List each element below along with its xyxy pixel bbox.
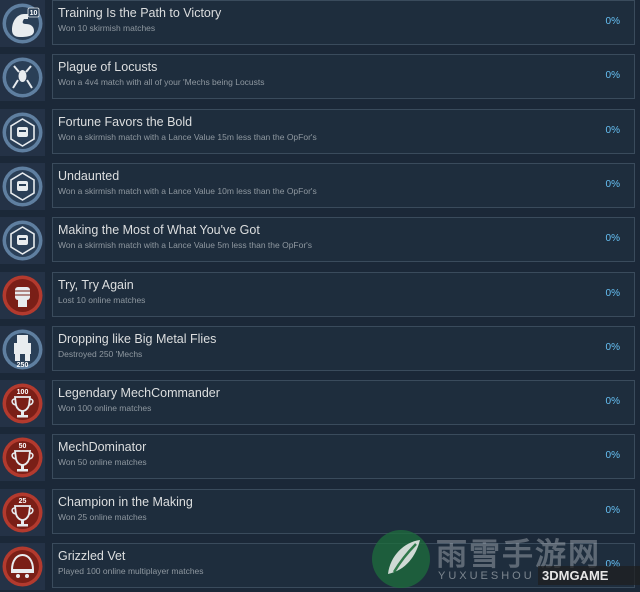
achievement-description: Lost 10 online matches bbox=[58, 295, 146, 305]
achievement-card: Dropping like Big Metal Flies Destroyed 2… bbox=[52, 326, 635, 371]
achievement-title: Training Is the Path to Victory bbox=[58, 6, 222, 20]
achievement-unlock-percent: 0% bbox=[605, 233, 620, 244]
achievement-row: 100 Legendary MechCommander Won 100 online… bbox=[0, 380, 640, 427]
achievement-description: Won 10 skirmish matches bbox=[58, 23, 156, 33]
achievement-title: Champion in the Making bbox=[58, 495, 193, 509]
achievement-title: Fortune Favors the Bold bbox=[58, 115, 193, 129]
achievement-row: Try, Try Again Lost 10 online matches 0% bbox=[0, 272, 640, 319]
achievement-card: MechDominator Won 50 online matches 0% bbox=[52, 434, 635, 479]
achievement-description: Won 25 online matches bbox=[58, 512, 147, 522]
mech-250-icon: 250 bbox=[0, 326, 45, 373]
watermark-leaf-logo-icon bbox=[372, 530, 430, 588]
achievement-description: Won a skirmish match with a Lance Value … bbox=[58, 240, 313, 250]
achievement-row: 10 Training Is the Path to Victory Won 10 … bbox=[0, 0, 640, 47]
icon-badge-number: 250 bbox=[17, 362, 29, 369]
achievement-unlock-percent: 0% bbox=[605, 505, 620, 516]
mech-head-badge-icon bbox=[0, 217, 45, 264]
mech-head-badge-icon bbox=[0, 163, 45, 210]
achievement-card: Making the Most of What You've Got Won a … bbox=[52, 217, 635, 262]
achievement-description: Played 100 online multiplayer matches bbox=[58, 566, 204, 576]
icon-badge-number: 10 bbox=[30, 10, 38, 17]
mech-head-badge-icon bbox=[0, 109, 45, 156]
trophy-50-icon: 50 bbox=[0, 434, 45, 481]
flexed-arm-10-icon: 10 bbox=[0, 0, 45, 47]
watermark-3dm-badge: 3DMGAME bbox=[538, 566, 640, 585]
locust-mech-icon bbox=[0, 54, 45, 101]
achievement-unlock-percent: 0% bbox=[605, 179, 620, 190]
achievement-description: Destroyed 250 'Mechs bbox=[58, 349, 143, 359]
achievement-title: Try, Try Again bbox=[58, 278, 134, 292]
achievement-description: Won a skirmish match with a Lance Value … bbox=[58, 186, 317, 196]
trophy-100-icon: 100 bbox=[0, 380, 45, 427]
trophy-25-icon: 25 bbox=[0, 489, 45, 536]
achievement-description: Won a 4v4 match with all of your 'Mechs … bbox=[58, 77, 265, 87]
icon-badge-number: 25 bbox=[19, 498, 27, 505]
achievement-unlock-percent: 0% bbox=[605, 450, 620, 461]
achievement-card: Training Is the Path to Victory Won 10 sk… bbox=[52, 0, 635, 45]
achievement-card: Undaunted Won a skirmish match with a Lan… bbox=[52, 163, 635, 208]
achievement-card: Plague of Locusts Won a 4v4 match with al… bbox=[52, 54, 635, 99]
achievement-row: Making the Most of What You've Got Won a … bbox=[0, 217, 640, 264]
achievement-list: 10 Training Is the Path to Victory Won 10 … bbox=[0, 0, 640, 592]
achievement-unlock-percent: 0% bbox=[605, 16, 620, 27]
achievement-title: Undaunted bbox=[58, 169, 120, 183]
achievement-card: Legendary MechCommander Won 100 online ma… bbox=[52, 380, 635, 425]
achievement-card: Try, Try Again Lost 10 online matches 0% bbox=[52, 272, 635, 317]
achievement-unlock-percent: 0% bbox=[605, 288, 620, 299]
achievement-title: Legendary MechCommander bbox=[58, 386, 220, 400]
fist-icon bbox=[0, 272, 45, 319]
achievement-row: Undaunted Won a skirmish match with a Lan… bbox=[0, 163, 640, 210]
achievement-title: MechDominator bbox=[58, 440, 147, 454]
achievement-title: Making the Most of What You've Got bbox=[58, 223, 260, 237]
watermark-latin-text: YUXUESHOU bbox=[438, 570, 535, 582]
achievement-row: 250 Dropping like Big Metal Flies Destroye… bbox=[0, 326, 640, 373]
achievement-title: Grizzled Vet bbox=[58, 549, 126, 563]
achievement-title: Plague of Locusts bbox=[58, 60, 158, 74]
achievement-description: Won a skirmish match with a Lance Value … bbox=[58, 132, 317, 142]
achievement-row: 50 MechDominator Won 50 online matches 0% bbox=[0, 434, 640, 481]
achievement-card: Fortune Favors the Bold Won a skirmish ma… bbox=[52, 109, 635, 154]
achievement-unlock-percent: 0% bbox=[605, 342, 620, 353]
achievement-description: Won 100 online matches bbox=[58, 403, 152, 413]
watermark: 雨雪手游网 YUXUESHOU 3DMGAME bbox=[366, 528, 640, 592]
achievement-unlock-percent: 0% bbox=[605, 396, 620, 407]
veteran-helmet-icon bbox=[0, 543, 45, 590]
achievement-row: Fortune Favors the Bold Won a skirmish ma… bbox=[0, 109, 640, 156]
achievement-unlock-percent: 0% bbox=[605, 125, 620, 136]
achievement-row: Plague of Locusts Won a 4v4 match with al… bbox=[0, 54, 640, 101]
achievement-description: Won 50 online matches bbox=[58, 457, 147, 467]
achievement-unlock-percent: 0% bbox=[605, 70, 620, 81]
icon-badge-number: 50 bbox=[19, 443, 27, 450]
achievement-title: Dropping like Big Metal Flies bbox=[58, 332, 217, 346]
icon-badge-number: 100 bbox=[17, 389, 29, 396]
